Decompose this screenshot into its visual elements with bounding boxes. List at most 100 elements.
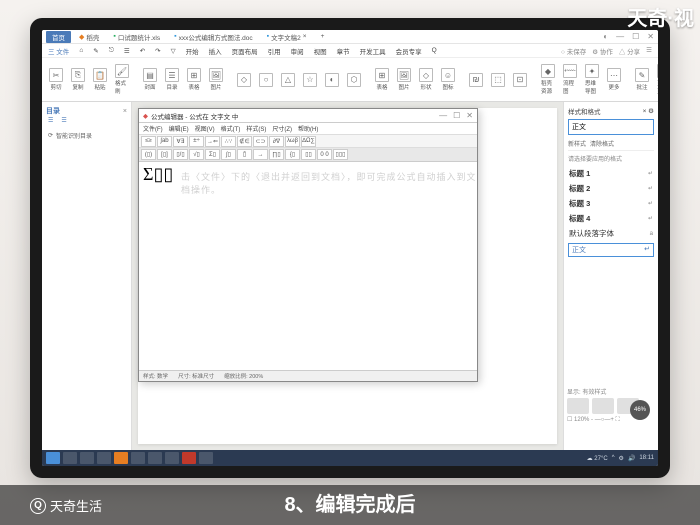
eq-menu-view[interactable]: 视图(V)	[195, 124, 215, 133]
ribbon-btn[interactable]: ✎批注	[632, 67, 652, 92]
taskbar-app[interactable]	[165, 452, 179, 464]
eq-tmpl-btn[interactable]: (▯)	[141, 149, 156, 160]
rp-current-style[interactable]: 正文	[568, 119, 654, 135]
taskbar-app[interactable]	[199, 452, 213, 464]
ribbon-btn[interactable]: ✂剪切	[46, 67, 66, 92]
eq-tmpl-btn[interactable]: 0 0	[317, 149, 332, 160]
menu-icon[interactable]: ☰	[124, 47, 130, 55]
menu-view[interactable]: 视图	[314, 46, 327, 56]
eq-sym-btn[interactable]: →⇐	[205, 136, 220, 147]
rp-style-item[interactable]: 标题 4↵	[568, 211, 654, 226]
ribbon-btn[interactable]: ⊞表格	[372, 67, 392, 92]
menu-search[interactable]: Q	[432, 47, 437, 54]
ribbon-btn[interactable]: ⊡	[510, 72, 530, 88]
menu-icon[interactable]: ✎	[93, 47, 98, 55]
eq-tmpl-btn[interactable]: ▯▯▯	[333, 149, 348, 160]
eq-menu-help[interactable]: 帮助(H)	[298, 124, 318, 133]
ribbon-btn[interactable]: ⊞表格	[184, 67, 204, 92]
eq-menu-size[interactable]: 尺寸(Z)	[272, 124, 292, 133]
menu-dropdown-icon[interactable]: ▽	[171, 47, 176, 55]
eq-tmpl-btn[interactable]: ▯▯	[301, 149, 316, 160]
menu-undo[interactable]: ↶	[140, 47, 145, 55]
menu-reference[interactable]: 引用	[268, 46, 281, 56]
menu-review[interactable]: 审阅	[291, 46, 304, 56]
eq-tmpl-btn[interactable]: √▯	[189, 149, 204, 160]
ribbon-btn[interactable]: 🖼图片	[206, 67, 226, 92]
eq-menu-edit[interactable]: 编辑(E)	[169, 124, 189, 133]
taskbar-time[interactable]: 18:11	[639, 455, 654, 461]
eq-sym-btn[interactable]: ∀∃	[173, 136, 188, 147]
eq-tmpl-btn[interactable]: ▯/▯	[173, 149, 188, 160]
ribbon-btn[interactable]: ⎘复制	[68, 67, 88, 92]
eq-close-icon[interactable]: ✕	[466, 111, 473, 120]
menu-insert[interactable]: 插入	[209, 46, 222, 56]
menu-redo[interactable]: ↷	[155, 47, 160, 55]
ribbon-btn[interactable]: 📋粘贴	[90, 67, 110, 92]
menu-dev[interactable]: 开发工具	[360, 46, 386, 56]
page[interactable]: ◆ 公式编辑器 - 公式在 文字文 中 — ☐ ✕ 文件(F) 编辑(E) 视图…	[138, 108, 557, 444]
window-close-icon[interactable]: ✕	[647, 32, 654, 41]
tab-home[interactable]: 首页	[46, 31, 71, 43]
eq-sym-btn[interactable]: ∉∈	[237, 136, 252, 147]
ribbon-btn[interactable]: 🖼图片	[394, 67, 414, 92]
rp-footer-btn[interactable]	[592, 398, 614, 414]
taskbar-app[interactable]	[148, 452, 162, 464]
rp-style-item[interactable]: 标题 1↵	[568, 166, 654, 181]
window-min-icon[interactable]: —	[616, 32, 624, 41]
taskbar-app[interactable]	[182, 452, 196, 464]
window-user-icon[interactable]: ◐	[603, 32, 608, 41]
eq-tmpl-btn[interactable]: →	[253, 149, 268, 160]
menu-section[interactable]: 章节	[337, 46, 350, 56]
taskbar-tray-icon[interactable]: 🔊	[628, 455, 635, 462]
tab-file-1[interactable]: ▪口试题统计.xls	[107, 31, 166, 43]
lp-tab[interactable]: ☰	[59, 116, 68, 125]
eq-sym-btn[interactable]: ∴∵	[221, 136, 236, 147]
eq-sym-btn[interactable]: λωβ	[285, 136, 300, 147]
left-panel-close-icon[interactable]: ×	[123, 108, 127, 115]
menu-icon[interactable]: ⎋	[109, 47, 114, 55]
eq-tmpl-btn[interactable]: ∏▯	[269, 149, 284, 160]
ribbon-btn[interactable]: ◆稻壳资源	[538, 63, 558, 96]
eq-tmpl-btn[interactable]: ∫▯	[221, 149, 236, 160]
eq-menu-format[interactable]: 格式(T)	[221, 124, 241, 133]
ribbon-btn[interactable]: ⋯更多	[604, 67, 624, 92]
menu-vip[interactable]: 会员专享	[396, 46, 422, 56]
rp-style-item[interactable]: 默认段落字体a	[568, 226, 654, 241]
taskbar-app[interactable]	[97, 452, 111, 464]
tab-file-2[interactable]: ▪xxx公式编辑方式图法.doc	[168, 31, 259, 43]
ribbon-btn[interactable]: ◇形状	[416, 67, 436, 92]
taskbar-tray-icon[interactable]: ⚙	[619, 455, 624, 462]
menu-more-icon[interactable]: ☰	[646, 46, 652, 56]
menu-share[interactable]: △ 分享	[619, 46, 640, 56]
taskbar-start[interactable]	[46, 452, 60, 464]
ribbon-btn[interactable]: ☰目录	[162, 67, 182, 92]
eq-menu-file[interactable]: 文件(F)	[143, 124, 163, 133]
eq-tmpl-btn[interactable]: {▯	[285, 149, 300, 160]
ribbon-btn[interactable]: ₪	[466, 72, 486, 88]
lp-smart-toc[interactable]: ⟳ 智能识别目录	[46, 129, 127, 142]
rp-style-selected[interactable]: 正文↵	[568, 243, 654, 257]
ribbon-btn[interactable]: ✦思维导图	[582, 63, 602, 96]
eq-edit-area[interactable]: Σ▯▯ 击〈文件〉下的〈退出并返回到文档〉，即可完成公式自动插入到文档操作。	[139, 162, 477, 370]
eq-sym-btn[interactable]: ∆Ω∑	[301, 136, 316, 147]
eq-sym-btn[interactable]: ≤≥	[141, 136, 156, 147]
menu-layout[interactable]: 页面布局	[232, 46, 258, 56]
rp-footer-btn[interactable]	[567, 398, 589, 414]
ribbon-btn[interactable]: ▤封面	[140, 67, 160, 92]
menu-collab[interactable]: ⚙ 协作	[592, 46, 613, 56]
ribbon-btn[interactable]: ◐	[322, 72, 342, 88]
window-max-icon[interactable]: ☐	[632, 32, 639, 41]
eq-tmpl-btn[interactable]: [▯]	[157, 149, 172, 160]
menu-file[interactable]: 三 文件	[48, 46, 69, 56]
ribbon-btn[interactable]: ◇	[234, 72, 254, 88]
taskbar-search[interactable]	[63, 452, 77, 464]
eq-menu-style[interactable]: 样式(S)	[246, 124, 266, 133]
menu-icon[interactable]: ⌂	[79, 47, 83, 54]
taskbar-weather[interactable]: ☁ 27°C	[587, 455, 608, 462]
ribbon-btn[interactable]: ○	[256, 72, 276, 88]
taskbar-app[interactable]	[114, 452, 128, 464]
menu-unsaved[interactable]: ○ 未保存	[561, 46, 586, 56]
tab-docer[interactable]: ◆稻壳	[73, 31, 105, 43]
eq-tmpl-btn[interactable]: ▯̄	[237, 149, 252, 160]
eq-sym-btn[interactable]: ∂∇	[269, 136, 284, 147]
